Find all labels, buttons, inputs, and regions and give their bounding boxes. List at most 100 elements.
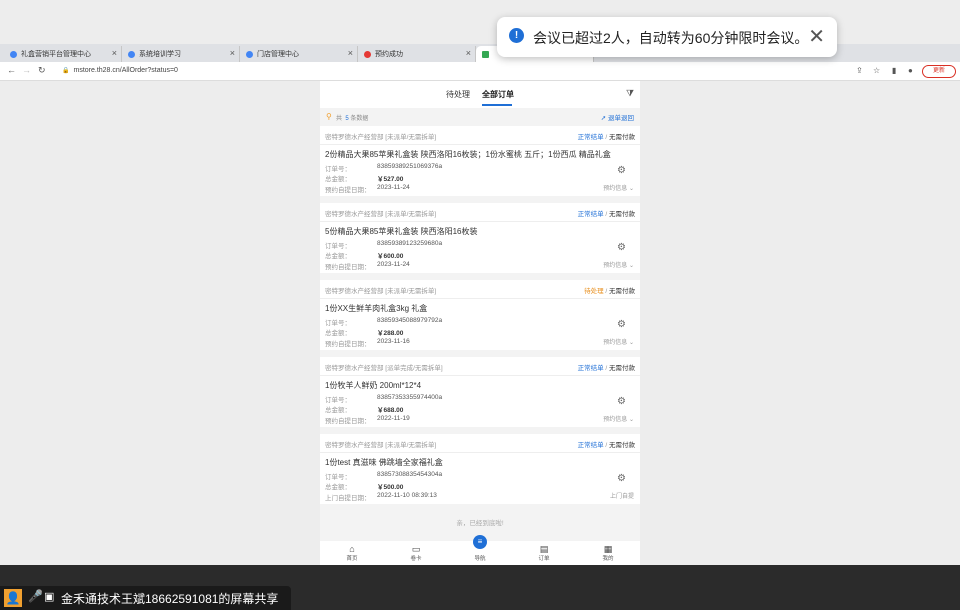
order-number-row: 订单号： 83857353355974400a [325,394,443,404]
order-amount-row: 总金额： ￥527.00 [325,176,404,183]
order-amount-row: 总金额： ￥600.00 [325,253,404,260]
tab-close-icon[interactable]: × [348,48,353,58]
shop-name: 密特罗德水产经营部 [未派单/无需拆单] [325,442,437,449]
back-icon[interactable]: ← [7,65,16,75]
tab-label: 预约成功 [375,51,403,58]
reserve-info-link[interactable]: 预约信息 ⌄ [603,183,634,192]
card-icon: ▭ [411,544,421,554]
update-button[interactable]: 更新 [922,65,956,78]
order-amount-row: 总金额： ￥288.00 [325,330,404,337]
status-link[interactable]: 正常结单 [578,134,604,141]
return-order-link[interactable]: ➚ 退单退回 [601,112,634,122]
browser-window: 礼盒营销平台管理中心 × 系统培训学习 × 门店管理中心 × 预约成功 × + … [0,0,960,565]
meeting-notification: ! 会议已超过2人，自动转为60分钟限时会议。 ✕ [497,17,837,57]
share-icon[interactable]: ⇪ [856,66,863,75]
order-title: 2份精品大果85苹果礼盒装 陕西洛阳16枚装；1份水蜜桃 五斤；1份西瓜 精品礼… [325,150,611,159]
lock-icon: 🔒 [62,68,70,74]
profile-icon[interactable]: ● [908,66,913,75]
screen-share-icon: ▣ [44,591,55,603]
card-header: 密特罗德水产经营部 [未派单/无需拆单] 正常结单 / 无需付款 [320,203,640,222]
order-number-row: 订单号： 83859389251069376a [325,163,443,173]
reserve-info-link[interactable]: 预约信息 ⌄ [603,414,634,423]
location-pin-icon: ⚲ [326,112,332,121]
nav-home[interactable]: ⌂ 首页 [337,544,367,562]
shop-name: 密特罗德水产经营部 [未派单/无需拆单] [325,211,437,218]
order-card[interactable]: 密特罗德水产经营部 [未派单/无需拆单] 正常结单 / 无需付款 5份精品大果8… [320,203,640,273]
tab-close-icon[interactable]: × [112,48,117,58]
order-status: 正常结单 / 无需付款 [577,134,635,141]
url-input[interactable]: 🔒 mstore.th28.cn/AllOrder?status=0 [54,64,852,77]
tab-favicon-icon [246,50,253,58]
active-tab-underline [482,104,512,106]
order-card[interactable]: 密特罗德水产经营部 [未派单/无需拆单] 待处理 / 无需付款 1份XX生鲜羊肉… [320,280,640,350]
summary-bar: ⚲ 共 5 条数据 ➚ 退单退回 [320,109,640,125]
page-content: 待处理 全部订单 ⧩ ⚲ 共 5 条数据 ➚ 退单退回 密特罗德水产经营部 [未… [0,81,960,565]
settings-gear-icon[interactable]: ⚙ [617,473,626,484]
order-date-row: 预约自提日期： 2023-11-16 [325,338,410,348]
filter-icon[interactable]: ⧩ [626,88,634,99]
reload-icon[interactable]: ↻ [38,65,46,76]
nav-mine[interactable]: ▦ 我的 [593,544,623,562]
nav-card[interactable]: ▭ 卷卡 [401,544,431,562]
card-header: 密特罗德水产经营部 [未派单/无需拆单] 正常结单 / 无需付款 [320,126,640,145]
user-avatar-icon: 👤 [4,589,22,607]
order-card[interactable]: 密特罗德水产经营部 [未派单/无需拆单] 正常结单 / 无需付款 1份test … [320,434,640,504]
tab-label: 系统培训学习 [139,51,181,58]
order-amount-row: 总金额： ￥500.00 [325,484,404,491]
address-bar: ← → ↻ 🔒 mstore.th28.cn/AllOrder?status=0 … [0,62,960,81]
tab-all-orders[interactable]: 全部订单 [482,89,514,100]
url-text: mstore.th28.cn/AllOrder?status=0 [73,67,178,74]
shop-name: 密特罗德水产经营部 [未派单/无需拆单] [325,288,437,295]
forward-icon[interactable]: → [22,65,31,75]
menu-list-icon[interactable]: ≡ [473,535,487,549]
status-link[interactable]: 正常结单 [578,442,604,449]
info-icon: ! [509,28,524,43]
nav-orders[interactable]: ▤ 订单 [529,544,559,562]
shop-name: 密特罗德水产经营部 [未派单/无需拆单] [325,134,437,141]
order-title: 1份牧羊人鲜奶 200ml*12*4 [325,381,422,390]
status-link[interactable]: 待处理 [584,288,604,295]
end-of-list-tip: 亲，已经到底啦! [456,520,504,527]
order-card[interactable]: 密特罗德水产经营部 [未派单/无需拆单] 正常结单 / 无需付款 2份精品大果8… [320,126,640,196]
order-date-row: 上门自提日期： 2022-11-10 08:39:13 [325,492,437,502]
tab-favicon-icon [482,50,489,58]
card-header: 密特罗德水产经营部 [派单完成/无需拆单] 正常结单 / 无需付款 [320,357,640,376]
browser-tab-2[interactable]: 系统培训学习 × [122,46,240,62]
settings-gear-icon[interactable]: ⚙ [617,165,626,176]
browser-tab-3[interactable]: 门店管理中心 × [240,46,358,62]
tab-favicon-icon [364,50,371,58]
status-link[interactable]: 正常结单 [578,365,604,372]
shop-name: 密特罗德水产经营部 [派单完成/无需拆单] [325,365,443,372]
settings-gear-icon[interactable]: ⚙ [617,396,626,407]
order-status: 正常结单 / 无需付款 [577,442,635,449]
bottom-nav: ⌂首页 ▭卷卡 ·导航 ≡ ▤订单 ▦我的 [320,535,640,565]
card-header: 密特罗德水产经营部 [未派单/无需拆单] 待处理 / 无需付款 [320,280,640,299]
side-panel-icon[interactable]: ▮ [892,66,896,75]
grid-icon: ▦ [603,544,613,554]
tab-pending[interactable]: 待处理 [446,89,470,100]
browser-tab-4[interactable]: 预约成功 × [358,46,476,62]
order-title: 1份test 真滋味 佛跳墙全家福礼盒 [325,458,443,467]
order-card[interactable]: 密特罗德水产经营部 [派单完成/无需拆单] 正常结单 / 无需付款 1份牧羊人鲜… [320,357,640,427]
close-icon[interactable]: ✕ [808,24,825,49]
tab-close-icon[interactable]: × [466,48,471,58]
reserve-info-link[interactable]: 预约信息 ⌄ [603,337,634,346]
screen-share-label: 金禾通技术王斌18662591081的屏幕共享 [61,592,279,606]
order-tabs: 待处理 全部订单 ⧩ [320,81,640,108]
door-pickup-link[interactable]: 上门自提 [610,491,634,500]
tab-close-icon[interactable]: × [230,48,235,58]
status-link[interactable]: 正常结单 [578,211,604,218]
reserve-info-link[interactable]: 预约信息 ⌄ [603,260,634,269]
settings-gear-icon[interactable]: ⚙ [617,242,626,253]
order-status: 正常结单 / 无需付款 [577,365,635,372]
microphone-icon[interactable]: 🎤 [28,589,43,603]
home-icon: ⌂ [349,544,355,554]
clipboard-icon: ▤ [539,544,549,554]
order-title: 5份精品大果85苹果礼盒装 陕西洛阳16枚装 [325,227,478,236]
tab-favicon-icon [128,50,135,58]
order-title: 1份XX生鲜羊肉礼盒3kg 礼盒 [325,304,428,313]
settings-gear-icon[interactable]: ⚙ [617,319,626,330]
bookmark-star-icon[interactable]: ☆ [873,66,880,75]
screen-share-indicator: 👤 🎤 ▣ 金禾通技术王斌18662591081的屏幕共享 [0,586,291,610]
browser-tab-1[interactable]: 礼盒营销平台管理中心 × [4,46,122,62]
